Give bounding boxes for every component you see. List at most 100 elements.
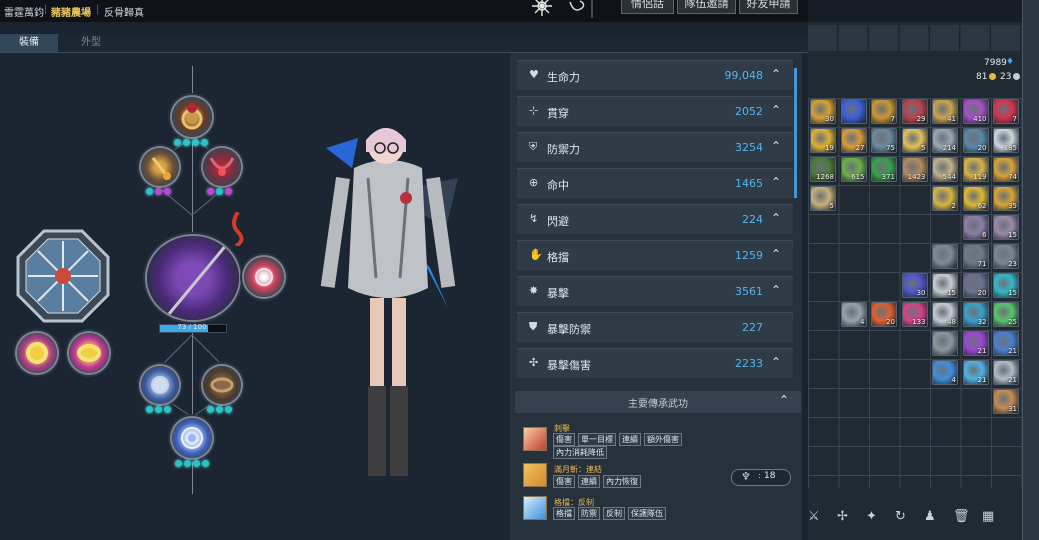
inventory-item[interactable]: 30 xyxy=(901,273,928,298)
gloves-slot[interactable] xyxy=(141,366,179,404)
chevron-up-icon[interactable]: ⌃ xyxy=(771,283,781,297)
stat-row-health[interactable]: ♥ 生命力 99,048 ⌃ xyxy=(517,60,793,90)
inventory-item[interactable]: 133 xyxy=(901,302,928,327)
tab-equipment[interactable]: 裝備 xyxy=(0,34,58,52)
inventory-item[interactable]: 4 xyxy=(932,360,958,385)
bangle-slot[interactable] xyxy=(203,366,241,404)
inventory-item[interactable]: 20 xyxy=(962,273,989,298)
friend-request-button[interactable]: 好友申請 xyxy=(739,0,798,14)
necklace-slot[interactable] xyxy=(203,148,241,186)
inventory-item[interactable]: 19 xyxy=(810,128,836,153)
moon-slash-skill-icon[interactable] xyxy=(523,463,547,487)
inventory-item[interactable] xyxy=(932,244,958,269)
inventory-item[interactable]: 74 xyxy=(993,157,1019,182)
inventory-item[interactable]: 41 xyxy=(932,99,958,124)
trash-tool-icon[interactable]: 🗑 xyxy=(953,509,970,524)
inventory-item[interactable] xyxy=(840,99,867,124)
inventory-item[interactable]: 615 xyxy=(840,157,867,182)
inventory-item[interactable]: 7 xyxy=(993,99,1019,124)
item-count: 6 xyxy=(982,231,987,239)
inventory-item[interactable]: 21 xyxy=(962,360,989,385)
chevron-up-icon[interactable]: ⌃ xyxy=(779,393,789,407)
inventory-item[interactable]: 5 xyxy=(901,128,928,153)
chevron-up-icon[interactable]: ⌃ xyxy=(771,175,781,189)
inventory-item[interactable]: 1268 xyxy=(810,157,836,182)
stat-row-critical-damage[interactable]: ✣ 暴擊傷害 2233 ⌃ xyxy=(517,348,793,378)
inventory-tab-strip[interactable] xyxy=(808,25,1022,51)
inventory-item[interactable]: 15 xyxy=(932,273,958,298)
earring-slot[interactable] xyxy=(141,148,179,186)
inventory-item[interactable]: 2 xyxy=(932,186,958,211)
inventory-item[interactable]: 35 xyxy=(993,186,1019,211)
item-count: 35 xyxy=(1008,202,1017,210)
inventory-item[interactable]: 119 xyxy=(962,157,989,182)
inventory-item[interactable]: 71 xyxy=(962,244,989,269)
weapon-slot[interactable] xyxy=(147,236,239,320)
inventory-item[interactable]: 4 xyxy=(840,302,867,327)
inventory-item[interactable]: 15 xyxy=(993,273,1019,298)
inventory-item[interactable]: 21 xyxy=(993,360,1019,385)
soul-slot[interactable] xyxy=(244,257,284,297)
stat-row-evasion[interactable]: ↯ 閃避 224 ⌃ xyxy=(517,204,793,234)
inventory-item[interactable]: 32 xyxy=(962,302,989,327)
soul-shield-slot[interactable] xyxy=(16,229,110,323)
stat-row-block[interactable]: ✋ 格擋 1259 ⌃ xyxy=(517,240,793,270)
stat-row-defense[interactable]: ⛨ 防禦力 3254 ⌃ xyxy=(517,132,793,162)
inventory-item[interactable]: 185 xyxy=(993,128,1019,153)
chevron-up-icon[interactable]: ⌃ xyxy=(771,103,781,117)
inventory-item[interactable]: 75 xyxy=(871,128,897,153)
sword-tool-icon[interactable]: ⚔ xyxy=(808,509,820,524)
inventory-item[interactable]: 5 xyxy=(810,186,836,211)
bracelet-slot[interactable] xyxy=(17,333,57,373)
inventory-item[interactable]: 1423 xyxy=(901,157,928,182)
inventory-item[interactable]: 29 xyxy=(901,99,928,124)
stats-scrollbar[interactable] xyxy=(794,68,797,198)
inventory-item[interactable]: 27 xyxy=(840,128,867,153)
refresh-tool-icon[interactable]: ↻ xyxy=(895,509,906,524)
inventory-item[interactable]: 21 xyxy=(993,331,1019,356)
inventory-item[interactable]: 544 xyxy=(932,157,958,182)
inventory-item[interactable]: 23 xyxy=(993,244,1019,269)
inventory-item[interactable]: 371 xyxy=(871,157,897,182)
inventory-item[interactable]: 21 xyxy=(962,331,989,356)
inventory-item[interactable]: 20 xyxy=(962,128,989,153)
inventory-item[interactable]: 15 xyxy=(993,215,1019,240)
ring-slot[interactable] xyxy=(172,97,212,137)
inventory-item[interactable]: 20 xyxy=(871,302,897,327)
chevron-up-icon[interactable]: ⌃ xyxy=(771,67,781,81)
stat-row-pierce[interactable]: ⊹ 貫穿 2052 ⌃ xyxy=(517,96,793,126)
stat-row-accuracy[interactable]: ⊕ 命中 1465 ⌃ xyxy=(517,168,793,198)
chevron-up-icon[interactable]: ⌃ xyxy=(771,247,781,261)
block-counter-skill-icon[interactable] xyxy=(523,496,547,520)
tab-appearance[interactable]: 外型 xyxy=(62,34,120,52)
chevron-up-icon[interactable]: ⌃ xyxy=(771,139,781,153)
skill-tags: 傷害 單一目標 連續 額外傷害 xyxy=(553,433,682,446)
inventory-item[interactable]: 31 xyxy=(993,389,1019,414)
belt-slot[interactable] xyxy=(69,333,109,373)
stab-skill-icon[interactable] xyxy=(523,427,547,451)
talisman-gem-sockets xyxy=(175,460,209,467)
inventory-item[interactable]: 25 xyxy=(993,302,1019,327)
move-tool-icon[interactable]: ✢ xyxy=(837,509,848,524)
chevron-up-icon[interactable]: ⌃ xyxy=(771,355,781,369)
grid-tool-icon[interactable]: ▦ xyxy=(982,509,994,524)
inventory-item[interactable] xyxy=(932,331,958,356)
whisper-button[interactable]: 情侶話 xyxy=(621,0,674,14)
party-invite-button[interactable]: 隊伍邀請 xyxy=(677,0,736,14)
inventory-item[interactable]: 7 xyxy=(871,99,897,124)
item-count: 74 xyxy=(1008,173,1017,181)
inventory-item[interactable]: 214 xyxy=(932,128,958,153)
talisman-slot[interactable] xyxy=(172,418,212,458)
inventory-item[interactable]: 48 xyxy=(932,302,958,327)
chevron-up-icon[interactable]: ⌃ xyxy=(771,211,781,225)
inventory-item[interactable]: 6 xyxy=(962,215,989,240)
gem-tool-icon[interactable]: ✦ xyxy=(866,509,877,524)
item-count: 20 xyxy=(977,289,987,297)
character-tool-icon[interactable]: ♟ xyxy=(924,509,936,524)
inventory-item[interactable]: 62 xyxy=(962,186,989,211)
breadcrumb-guild[interactable]: 豬豬農場 xyxy=(51,4,91,19)
stat-row-critical[interactable]: ✸ 暴擊 3561 ⌃ xyxy=(517,276,793,306)
inventory-item[interactable]: 30 xyxy=(810,99,836,124)
inventory-item[interactable]: 410 xyxy=(962,99,989,124)
stat-label: 命中 xyxy=(547,179,569,192)
